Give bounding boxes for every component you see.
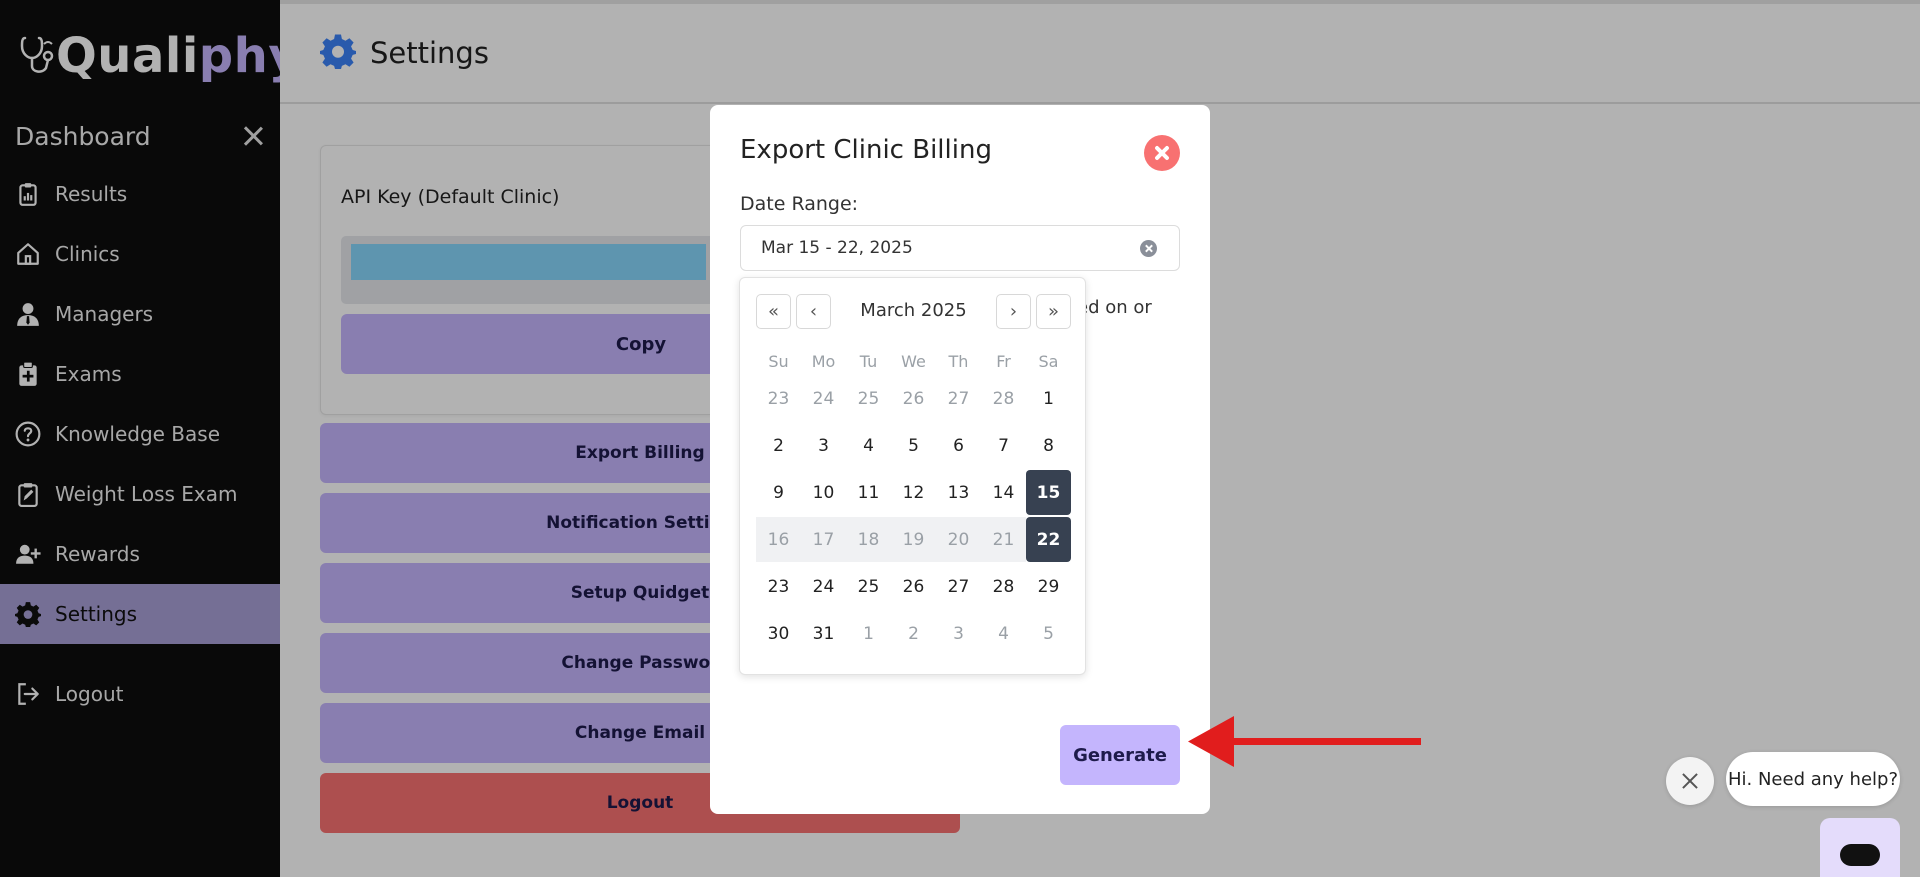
calendar-day[interactable]: 14 xyxy=(981,470,1026,515)
calendar-day[interactable]: 9 xyxy=(756,470,801,515)
calendar-day[interactable]: 4 xyxy=(981,611,1026,656)
weekday-label: Sa xyxy=(1038,351,1059,371)
calendar-day[interactable]: 5 xyxy=(891,423,936,468)
calendar-day[interactable]: 7 xyxy=(981,423,1026,468)
calendar-day[interactable]: 23 xyxy=(756,376,801,421)
chat-greeting-bubble[interactable]: Hi. Need any help? xyxy=(1726,752,1900,806)
calendar-day[interactable]: 24 xyxy=(801,564,846,609)
clear-date-icon[interactable] xyxy=(1140,240,1157,257)
weekday-label: Th xyxy=(948,351,969,371)
calendar-day[interactable]: 18 xyxy=(846,517,891,562)
calendar-week-row: 23 24 25 26 27 28 29 xyxy=(756,564,1071,611)
calendar-day[interactable]: 29 xyxy=(1026,564,1071,609)
weekday-label: Tu xyxy=(859,351,878,371)
calendar-day[interactable]: 28 xyxy=(981,564,1026,609)
calendar-day[interactable]: 13 xyxy=(936,470,981,515)
weekday-header: Su Mo Tu We Th Fr Sa xyxy=(756,346,1071,376)
calendar-week-row: 23 24 25 26 27 28 1 xyxy=(756,376,1071,423)
calendar-day[interactable]: 6 xyxy=(936,423,981,468)
calendar-day[interactable]: 28 xyxy=(981,376,1026,421)
calendar-day[interactable]: 1 xyxy=(846,611,891,656)
calendar-day-selected[interactable]: 22 xyxy=(1026,517,1071,562)
calendar-week-row: 16 17 18 19 20 21 22 xyxy=(756,517,1071,564)
calendar-month-label: March 2025 xyxy=(860,300,967,321)
calendar-day[interactable]: 27 xyxy=(936,376,981,421)
next-month-icon[interactable]: › xyxy=(996,294,1031,329)
calendar-day[interactable]: 11 xyxy=(846,470,891,515)
calendar-day[interactable]: 25 xyxy=(846,376,891,421)
date-range-value: Mar 15 - 22, 2025 xyxy=(761,238,913,258)
calendar-week-row: 2345678 xyxy=(756,423,1071,470)
calendar-day[interactable]: 23 xyxy=(756,564,801,609)
chat-close-icon[interactable] xyxy=(1666,757,1714,805)
calendar-day[interactable]: 3 xyxy=(936,611,981,656)
calendar-day[interactable]: 27 xyxy=(936,564,981,609)
calendar-day[interactable]: 4 xyxy=(846,423,891,468)
calendar-day[interactable]: 21 xyxy=(981,517,1026,562)
calendar-week-row: 9 10 11 12 13 14 15 xyxy=(756,470,1071,517)
next-year-icon[interactable]: » xyxy=(1036,294,1071,329)
calendar-day[interactable]: 1 xyxy=(1026,376,1071,421)
weekday-label: Mo xyxy=(811,351,836,371)
calendar-day[interactable]: 10 xyxy=(801,470,846,515)
calendar-day[interactable]: 26 xyxy=(891,564,936,609)
calendar-day[interactable]: 25 xyxy=(846,564,891,609)
calendar-day[interactable]: 2 xyxy=(891,611,936,656)
generate-button[interactable]: Generate xyxy=(1060,725,1180,785)
calendar-day[interactable]: 17 xyxy=(801,517,846,562)
calendar-day[interactable]: 24 xyxy=(801,376,846,421)
weekday-label: Su xyxy=(768,351,789,371)
annotation-arrow-icon xyxy=(1188,716,1421,767)
calendar-day[interactable]: 31 xyxy=(801,611,846,656)
calendar-day[interactable]: 26 xyxy=(891,376,936,421)
calendar-week-row: 30 31 1 2 3 4 5 xyxy=(756,611,1071,658)
calendar-day[interactable]: 20 xyxy=(936,517,981,562)
calendar-grid: Su Mo Tu We Th Fr Sa 23 24 25 26 27 28 1 2 3 4 5 6 7… xyxy=(756,346,1071,658)
chat-icon xyxy=(1840,844,1880,866)
calendar-day[interactable]: 3 xyxy=(801,423,846,468)
calendar-day[interactable]: 8 xyxy=(1026,423,1071,468)
calendar-day-selected[interactable]: 15 xyxy=(1026,470,1071,515)
calendar-day[interactable]: 5 xyxy=(1026,611,1071,656)
modal-title: Export Clinic Billing xyxy=(740,135,992,165)
date-range-label: Date Range: xyxy=(740,193,859,215)
date-range-input[interactable]: Mar 15 - 22, 2025 xyxy=(740,225,1180,271)
modal-close-icon[interactable] xyxy=(1144,135,1180,171)
calendar-day[interactable]: 12 xyxy=(891,470,936,515)
chat-launcher-button[interactable] xyxy=(1820,818,1900,877)
calendar-day[interactable]: 2 xyxy=(756,423,801,468)
calendar-day[interactable]: 19 xyxy=(891,517,936,562)
weekday-label: Fr xyxy=(996,351,1011,371)
calendar-day[interactable]: 16 xyxy=(756,517,801,562)
calendar-day[interactable]: 30 xyxy=(756,611,801,656)
date-picker-calendar: « ‹ March 2025 › » Su Mo Tu We Th Fr Sa … xyxy=(739,277,1086,675)
weekday-label: We xyxy=(901,351,926,371)
